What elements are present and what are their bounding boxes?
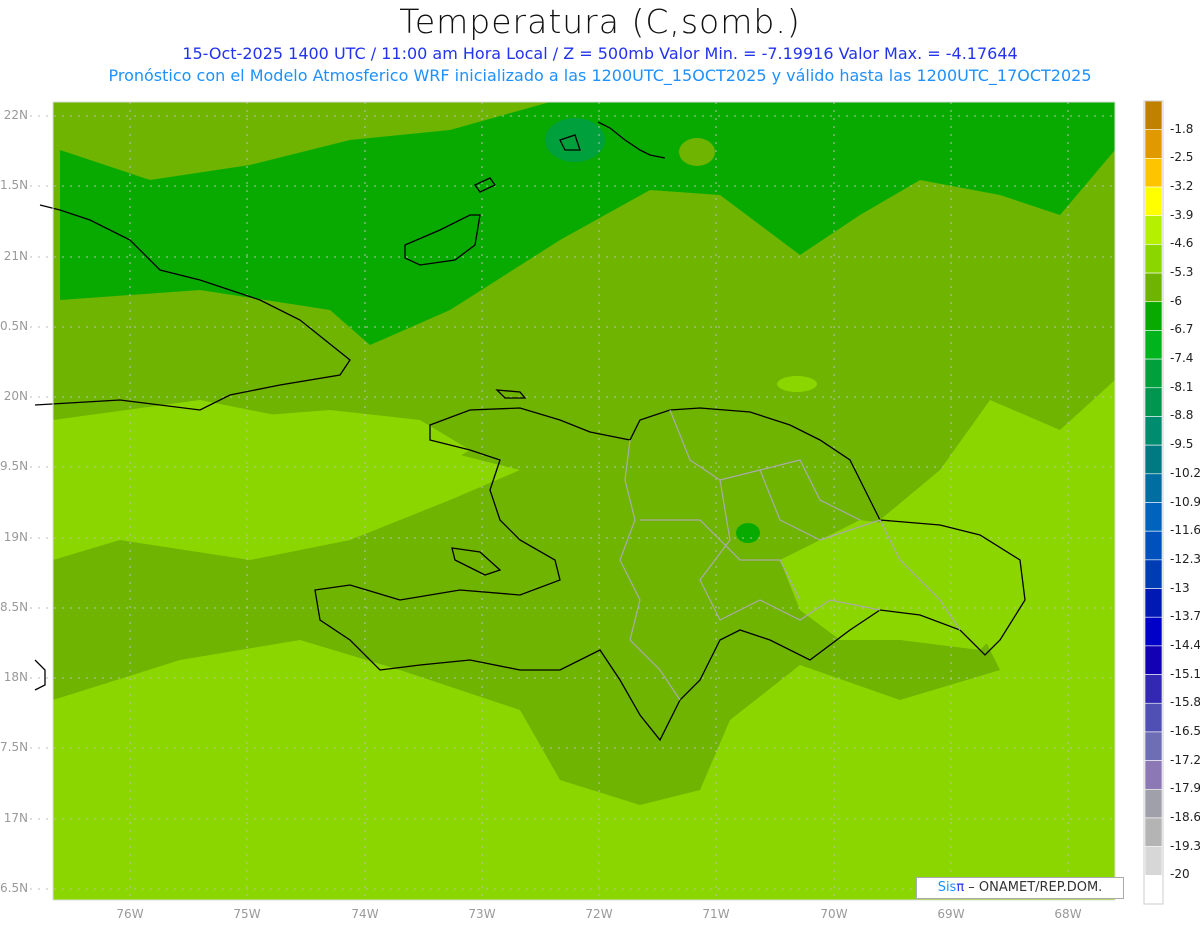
colorbar-swatch	[1144, 502, 1163, 532]
lat-label: 17N	[3, 811, 28, 825]
lat-label: 22N	[3, 108, 28, 122]
lon-label: 75W	[233, 907, 261, 921]
colorbar-swatch	[1144, 702, 1163, 733]
lon-label: 76W	[116, 907, 144, 921]
lon-label: 70W	[820, 907, 848, 921]
colorbar-label: -10.9	[1170, 494, 1200, 509]
colorbar-label: -4.6	[1170, 236, 1194, 251]
field-level-mid-spot	[679, 138, 715, 166]
lat-label: 6.5N	[0, 881, 29, 895]
field-level-light-spot	[777, 376, 817, 392]
colorbar-label: -6.7	[1170, 322, 1194, 337]
colorbar-swatch	[1144, 817, 1163, 847]
lat-label: 18N	[3, 670, 28, 684]
colorbar-swatch	[1144, 158, 1163, 188]
colorbar-label: -5.3	[1170, 265, 1194, 280]
lon-label: 69W	[937, 907, 965, 921]
field-level-darker	[545, 118, 605, 162]
colorbar-swatch	[1144, 129, 1163, 159]
colorbar-label: -13.7	[1170, 609, 1200, 624]
lon-label: 72W	[585, 907, 613, 921]
colorbar-swatch	[1144, 846, 1163, 876]
colorbar-label: -20	[1170, 867, 1190, 882]
colorbar-label: -6	[1170, 293, 1182, 308]
colorbar-swatch	[1144, 272, 1163, 303]
colorbar-label: -13	[1170, 580, 1190, 595]
lat-label: 20N	[3, 389, 28, 403]
colorbar-label: -3.9	[1170, 207, 1194, 222]
colorbar-label: -16.5	[1170, 723, 1200, 738]
colorbar-label: -7.4	[1170, 351, 1194, 366]
colorbar-swatch	[1144, 788, 1163, 819]
colorbar-label: -10.2	[1170, 465, 1200, 480]
colorbar	[1143, 100, 1164, 905]
lat-label: 1.5N	[0, 178, 29, 192]
credit-text: – ONAMET/REP.DOM.	[964, 880, 1103, 895]
colorbar-swatch	[1144, 645, 1163, 675]
colorbar-label: -15.1	[1170, 666, 1200, 681]
colorbar-label: -9.5	[1170, 437, 1194, 452]
credit-box: Sisπ – ONAMET/REP.DOM.	[916, 877, 1124, 899]
lon-label: 73W	[468, 907, 496, 921]
lat-label: 7.5N	[0, 740, 29, 754]
colorbar-swatch	[1144, 588, 1163, 618]
colorbar-label: -18.6	[1170, 809, 1200, 824]
colorbar-swatch	[1144, 100, 1163, 130]
colorbar-swatch	[1144, 387, 1163, 417]
colorbar-label: -1.8	[1170, 121, 1194, 136]
colorbar-swatch	[1144, 731, 1163, 761]
colorbar-swatch	[1144, 530, 1163, 561]
colorbar-label: -19.3	[1170, 838, 1200, 853]
colorbar-swatch	[1144, 330, 1163, 360]
colorbar-swatch	[1144, 760, 1163, 790]
colorbar-swatch	[1144, 186, 1163, 217]
colorbar-swatch	[1144, 875, 1163, 905]
lat-label: 9.5N	[0, 459, 29, 473]
lon-label: 68W	[1054, 907, 1082, 921]
colorbar-label: -17.2	[1170, 752, 1200, 767]
lon-label: 74W	[351, 907, 379, 921]
colorbar-swatch	[1144, 301, 1163, 331]
field-level-dark-spot	[736, 523, 760, 543]
lon-label: 71W	[702, 907, 730, 921]
lat-label: 19N	[3, 530, 28, 544]
jamaica-coast	[34, 659, 46, 691]
colorbar-swatch	[1144, 559, 1163, 589]
lat-label: 0.5N	[0, 319, 29, 333]
colorbar-swatch	[1144, 244, 1163, 274]
colorbar-label: -2.5	[1170, 150, 1194, 165]
colorbar-label: -8.8	[1170, 408, 1194, 423]
colorbar-swatch	[1144, 416, 1163, 446]
lat-label: 8.5N	[0, 600, 29, 614]
colorbar-swatch	[1144, 674, 1163, 704]
colorbar-label: -17.9	[1170, 781, 1200, 796]
colorbar-label: -15.8	[1170, 695, 1200, 710]
colorbar-label: -11.6	[1170, 523, 1200, 538]
colorbar-swatch	[1144, 473, 1163, 503]
colorbar-swatch	[1144, 444, 1163, 475]
colorbar-label: -14.4	[1170, 637, 1200, 652]
colorbar-label: -12.3	[1170, 551, 1200, 566]
colorbar-label: -8.1	[1170, 379, 1194, 394]
pi-logo-text: π	[956, 880, 965, 895]
colorbar-swatch	[1144, 358, 1163, 389]
colorbar-swatch	[1144, 215, 1163, 245]
temperature-map	[30, 100, 1164, 905]
colorbar-swatch	[1144, 616, 1163, 647]
colorbar-label: -3.2	[1170, 179, 1194, 194]
lat-label: 21N	[3, 249, 28, 263]
sis-logo-text: Sis	[937, 880, 957, 895]
